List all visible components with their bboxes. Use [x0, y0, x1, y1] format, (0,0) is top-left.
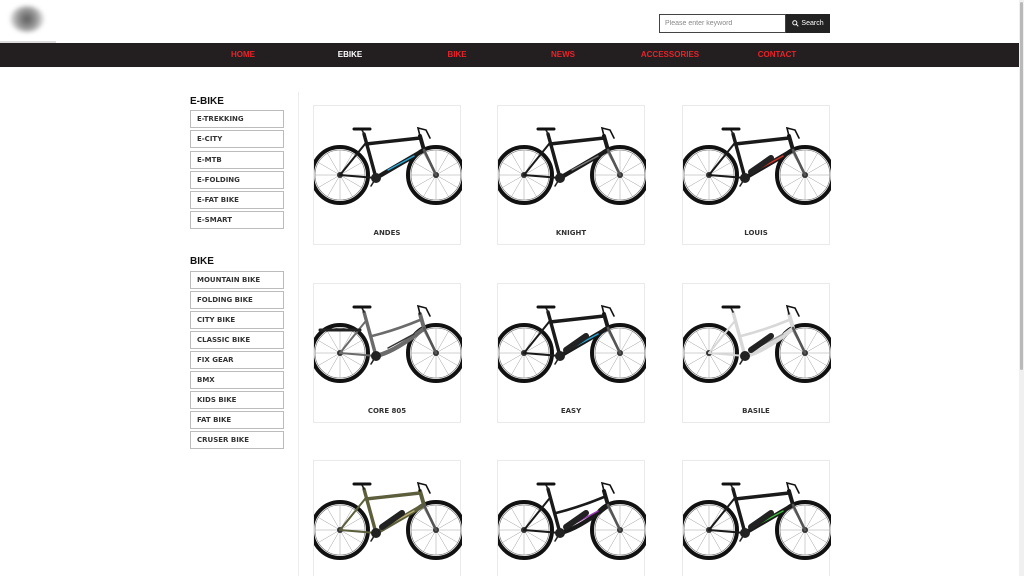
- product-card[interactable]: EASY: [497, 283, 646, 423]
- sidebar-item-city-bike[interactable]: CITY BIKE: [190, 311, 284, 329]
- product-card[interactable]: [682, 460, 831, 576]
- bike-frame: [318, 304, 438, 365]
- bike-frame: [708, 126, 807, 187]
- search-button[interactable]: Search: [786, 14, 830, 33]
- bike-image: [498, 481, 646, 560]
- product-name[interactable]: CORE 805: [314, 407, 460, 415]
- product-card[interactable]: LOUIS: [682, 105, 831, 245]
- product-name[interactable]: EASY: [498, 407, 644, 415]
- bike-image: [683, 481, 831, 560]
- product-card[interactable]: KNIGHT: [497, 105, 646, 245]
- bike-image: [683, 304, 831, 383]
- sidebar-item-e-smart[interactable]: E-SMART: [190, 211, 284, 229]
- bike-frame: [523, 304, 622, 365]
- content-divider: [298, 92, 299, 576]
- main-nav: HOME EBIKE BIKE NEWS ACCESSORIES CONTACT: [0, 43, 1019, 67]
- bike-frame: [339, 481, 438, 542]
- sidebar-item-fix-gear[interactable]: FIX GEAR: [190, 351, 284, 369]
- sidebar-title-ebike: E-BIKE: [190, 96, 224, 107]
- bike-frame: [523, 126, 622, 187]
- site-logo[interactable]: [0, 0, 56, 43]
- search-icon: [792, 20, 800, 27]
- bike-image: [498, 126, 646, 205]
- sidebar-item-e-mtb[interactable]: E-MTB: [190, 151, 284, 169]
- sidebar-item-e-city[interactable]: E-CITY: [190, 130, 284, 148]
- sidebar-item-e-fat-bike[interactable]: E-FAT BIKE: [190, 191, 284, 209]
- nav-contact[interactable]: CONTACT: [732, 43, 822, 67]
- product-card[interactable]: CORE 805: [313, 283, 462, 423]
- logo-image: [10, 6, 44, 32]
- sidebar-item-mountain-bike[interactable]: MOUNTAIN BIKE: [190, 271, 284, 289]
- sidebar-item-cruser-bike[interactable]: CRUSER BIKE: [190, 431, 284, 449]
- sidebar-item-classic-bike[interactable]: CLASSIC BIKE: [190, 331, 284, 349]
- sidebar-title-bike: BIKE: [190, 256, 214, 267]
- sidebar-item-folding-bike[interactable]: FOLDING BIKE: [190, 291, 284, 309]
- bike-image: [314, 304, 462, 383]
- nav-accessories[interactable]: ACCESSORIES: [625, 43, 715, 67]
- product-name[interactable]: LOUIS: [683, 229, 829, 237]
- product-name[interactable]: KNIGHT: [498, 229, 644, 237]
- bike-frame: [339, 126, 438, 187]
- nav-home[interactable]: HOME: [198, 43, 288, 67]
- bike-image: [314, 481, 462, 560]
- bike-frame: [708, 304, 807, 365]
- nav-bike[interactable]: BIKE: [412, 43, 502, 67]
- bike-image: [498, 304, 646, 383]
- product-card[interactable]: [497, 460, 646, 576]
- product-name[interactable]: ANDES: [314, 229, 460, 237]
- bike-image: [683, 126, 831, 205]
- scrollbar-thumb[interactable]: [1020, 2, 1023, 370]
- product-card[interactable]: BASILE: [682, 283, 831, 423]
- product-name[interactable]: BASILE: [683, 407, 829, 415]
- search-button-label: Search: [801, 20, 824, 27]
- product-card[interactable]: ANDES: [313, 105, 462, 245]
- bike-frame: [708, 481, 807, 542]
- sidebar-item-fat-bike[interactable]: FAT BIKE: [190, 411, 284, 429]
- sidebar-item-e-folding[interactable]: E-FOLDING: [190, 171, 284, 189]
- bike-frame: [523, 481, 622, 542]
- page-scrollbar[interactable]: [1019, 0, 1024, 576]
- nav-ebike[interactable]: EBIKE: [305, 43, 395, 67]
- sidebar-item-bmx[interactable]: BMX: [190, 371, 284, 389]
- search-input[interactable]: [659, 14, 786, 33]
- product-card[interactable]: [313, 460, 462, 576]
- sidebar-item-e-trekking[interactable]: E-TREKKING: [190, 110, 284, 128]
- nav-news[interactable]: NEWS: [518, 43, 608, 67]
- sidebar-item-kids-bike[interactable]: KIDS BIKE: [190, 391, 284, 409]
- bike-image: [314, 126, 462, 205]
